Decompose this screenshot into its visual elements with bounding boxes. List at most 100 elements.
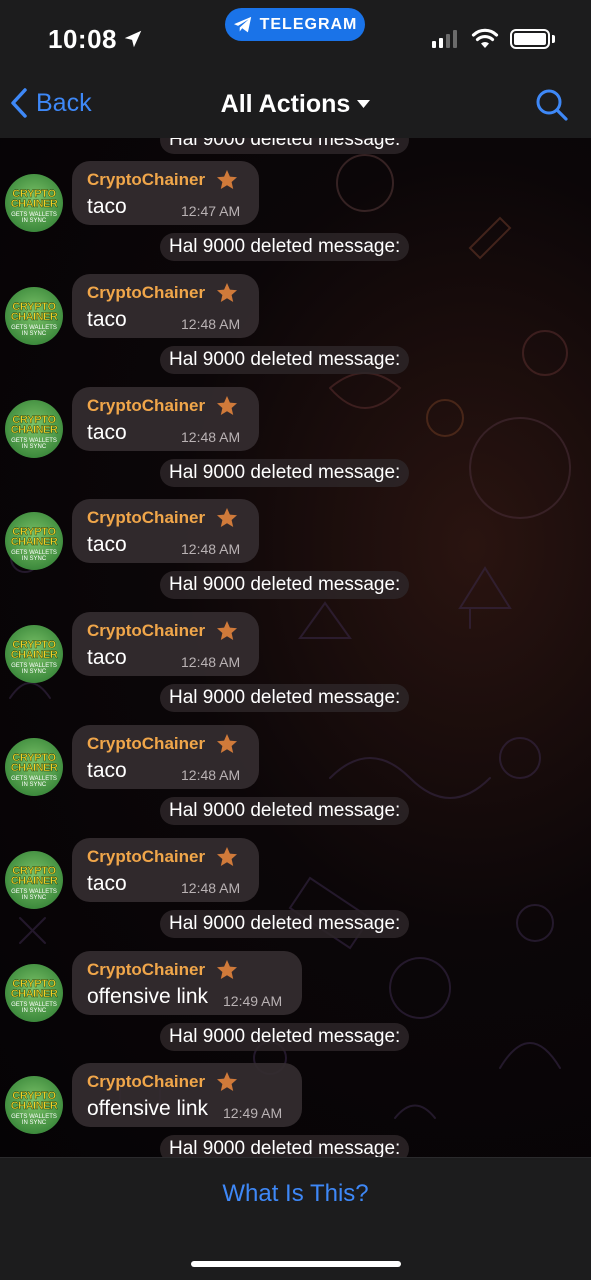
- status-time: 10:08: [48, 24, 117, 54]
- title-dropdown[interactable]: All Actions: [0, 90, 591, 119]
- avatar-tagline: GETS WALLETS IN SYNC: [11, 212, 57, 224]
- message-bubble[interactable]: CryptoChainer taco 12:48 AM: [72, 837, 259, 902]
- sender-name[interactable]: CryptoChainer: [87, 621, 205, 641]
- deleted-message-notice: Hal 9000 deleted message:: [160, 571, 410, 600]
- wifi-icon: [471, 28, 499, 48]
- sender-name[interactable]: CryptoChainer: [87, 396, 205, 416]
- message-text: taco: [87, 646, 127, 670]
- message-bubble[interactable]: CryptoChainer taco 12:47 AM: [72, 161, 259, 225]
- sender-name[interactable]: CryptoChainer: [87, 508, 205, 528]
- top-partial-notice: Hal 9000 deleted message:: [160, 138, 410, 154]
- what-is-this-link[interactable]: What Is This?: [0, 1180, 591, 1208]
- chat-log[interactable]: Hal 9000 deleted message: CRYPTO CHAINER G…: [0, 138, 591, 1157]
- sender-name[interactable]: CryptoChainer: [87, 734, 205, 754]
- avatar[interactable]: CRYPTO CHAINER GETS WALLETS IN SYNC: [5, 738, 63, 796]
- avatar[interactable]: CRYPTO CHAINER GETS WALLETS IN SYNC: [5, 625, 63, 684]
- dropdown-triangle-icon: [357, 100, 371, 108]
- avatar-text: CHAINER: [10, 198, 58, 210]
- avatar-tagline: GETS WALLETS IN SYNC: [11, 1001, 57, 1014]
- avatar-tagline: GETS WALLETS IN SYNC: [11, 776, 57, 788]
- message-time: 12:48 AM: [181, 428, 241, 445]
- message-time: 12:48 AM: [181, 879, 241, 896]
- deleted-message-notice: Hal 9000 deleted message:: [160, 1022, 410, 1051]
- message-time: 12:48 AM: [181, 541, 241, 558]
- message-time: 12:49 AM: [223, 992, 283, 1009]
- avatar-tagline: GETS WALLETS IN SYNC: [11, 437, 57, 450]
- avatar-tagline: GETS WALLETS IN SYNC: [11, 324, 57, 337]
- deleted-message-notice: Hal 9000 deleted message:: [160, 684, 410, 713]
- bottom-bar: What Is This?: [0, 1157, 591, 1280]
- avatar[interactable]: CRYPTO CHAINER GETS WALLETS IN SYNC: [5, 399, 63, 458]
- message-time: 12:47 AM: [181, 203, 241, 219]
- telegram-icon: [233, 16, 251, 32]
- avatar-text: CHAINER: [10, 536, 58, 549]
- status-bar: 10:08 TELEGRAM: [0, 0, 591, 75]
- avatar[interactable]: CRYPTO CHAINER GETS WALLETS IN SYNC: [5, 1076, 63, 1135]
- avatar[interactable]: CRYPTO CHAINER GETS WALLETS IN SYNC: [5, 963, 63, 1022]
- message-text: taco: [87, 307, 127, 331]
- battery-icon: [510, 29, 550, 49]
- avatar-text: CHAINER: [10, 649, 58, 662]
- message-time: 12:48 AM: [181, 767, 241, 783]
- sender-name[interactable]: CryptoChainer: [87, 847, 205, 867]
- message-text: offensive link: [87, 984, 209, 1008]
- avatar-tagline: GETS WALLETS IN SYNC: [11, 1114, 57, 1127]
- star-icon: [217, 621, 237, 641]
- sender-name[interactable]: CryptoChainer: [87, 1072, 205, 1092]
- star-icon: [217, 1072, 237, 1092]
- deleted-message-notice: Hal 9000 deleted message:: [160, 345, 410, 374]
- star-icon: [217, 282, 237, 302]
- avatar[interactable]: CRYPTO CHAINER GETS WALLETS IN SYNC: [5, 850, 63, 909]
- message-text: offensive link: [87, 1097, 209, 1121]
- avatar[interactable]: CRYPTO CHAINER GETS WALLETS IN SYNC: [5, 174, 63, 232]
- avatar-tagline: GETS WALLETS IN SYNC: [11, 663, 57, 676]
- avatar[interactable]: CRYPTO CHAINER GETS WALLETS IN SYNC: [5, 286, 63, 345]
- star-icon: [217, 170, 237, 189]
- navigation-bar: Back All Actions: [0, 75, 591, 138]
- star-icon: [217, 846, 237, 866]
- star-icon: [217, 734, 237, 753]
- avatar-text: CHAINER: [10, 423, 58, 436]
- message-bubble[interactable]: CryptoChainer taco 12:48 AM: [72, 273, 259, 338]
- message-text: taco: [87, 871, 127, 895]
- deleted-message-notice: Hal 9000 deleted message:: [160, 1135, 410, 1157]
- avatar-text: CHAINER: [10, 762, 58, 774]
- star-icon: [217, 508, 237, 528]
- home-indicator: [191, 1261, 401, 1267]
- message-time: 12:48 AM: [181, 654, 241, 671]
- message-text: taco: [87, 195, 127, 218]
- search-icon[interactable]: [535, 88, 569, 122]
- message-text: taco: [87, 533, 127, 557]
- message-time: 12:48 AM: [181, 315, 241, 332]
- avatar-tagline: GETS WALLETS IN SYNC: [11, 888, 57, 901]
- deleted-message-notice: Hal 9000 deleted message:: [160, 909, 410, 938]
- avatar-text: CHAINER: [10, 310, 58, 323]
- message-bubble[interactable]: CryptoChainer taco 12:48 AM: [72, 386, 259, 451]
- sender-name[interactable]: CryptoChainer: [87, 283, 205, 303]
- deleted-message-notice: Hal 9000 deleted message:: [160, 233, 410, 261]
- deleted-message-notice: Hal 9000 deleted message:: [160, 797, 410, 825]
- star-icon: [217, 959, 237, 979]
- message-bubble[interactable]: CryptoChainer offensive link 12:49 AM: [72, 1063, 302, 1128]
- message-text: taco: [87, 420, 127, 444]
- sender-name[interactable]: CryptoChainer: [87, 960, 205, 980]
- star-icon: [217, 395, 237, 415]
- message-time: 12:49 AM: [223, 1105, 283, 1122]
- cellular-signal-icon: [432, 30, 457, 48]
- battery-tip: [552, 35, 555, 43]
- avatar-text: CHAINER: [10, 987, 58, 1000]
- telegram-pill-label: TELEGRAM: [259, 15, 358, 33]
- avatar[interactable]: CRYPTO CHAINER GETS WALLETS IN SYNC: [5, 512, 63, 571]
- sender-name[interactable]: CryptoChainer: [87, 170, 205, 190]
- deleted-message-notice: Hal 9000 deleted message:: [160, 458, 410, 487]
- return-to-telegram-pill[interactable]: TELEGRAM: [225, 8, 365, 41]
- message-text: taco: [87, 759, 127, 782]
- avatar-text: CHAINER: [10, 874, 58, 887]
- message-bubble[interactable]: CryptoChainer offensive link 12:49 AM: [72, 950, 302, 1015]
- page-title: All Actions: [220, 90, 351, 118]
- message-bubble[interactable]: CryptoChainer taco 12:48 AM: [72, 612, 259, 677]
- message-bubble[interactable]: CryptoChainer taco 12:48 AM: [72, 725, 259, 789]
- location-arrow-icon: [124, 30, 142, 48]
- avatar-text: CHAINER: [10, 1100, 58, 1113]
- message-bubble[interactable]: CryptoChainer taco 12:48 AM: [72, 499, 259, 564]
